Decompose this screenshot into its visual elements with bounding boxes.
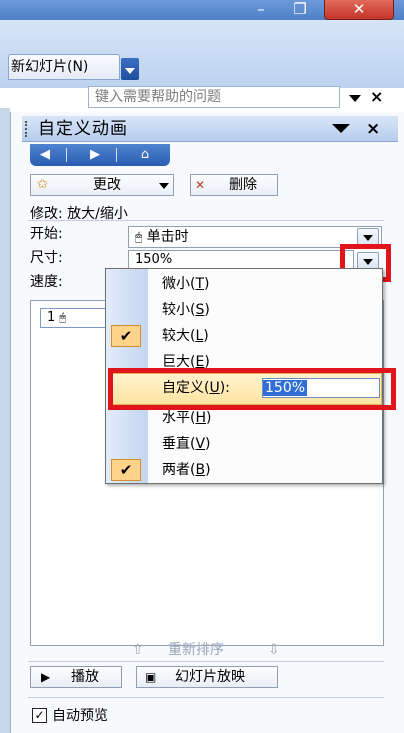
chevron-down-icon <box>159 183 169 189</box>
delete-icon: ✕ <box>195 178 206 192</box>
close-window-button[interactable]: ✕ <box>324 0 394 20</box>
reorder-label: 重新排序 <box>168 642 224 658</box>
delete-label: 删除 <box>229 177 257 193</box>
slideshow-button[interactable]: ▣ 幻灯片放映 <box>136 666 278 688</box>
minimize-button[interactable]: – <box>246 0 276 20</box>
move-down-icon[interactable]: ⇩ <box>268 640 280 660</box>
help-search-input[interactable]: 键入需要帮助的问题 <box>88 86 340 108</box>
slideshow-icon: ▣ <box>145 670 157 684</box>
task-pane-title: 自定义动画 <box>38 119 128 139</box>
play-icon: ▶ <box>41 670 51 684</box>
menu-item-tiny[interactable]: 微小(T) <box>162 272 210 296</box>
autopreview-checkbox[interactable]: ✓ <box>32 708 47 723</box>
delete-effect-button[interactable]: ✕ 删除 <box>190 174 278 196</box>
menu-item-both[interactable]: 两者(B) <box>162 458 211 482</box>
speed-label: 速度: <box>30 274 63 290</box>
modify-label: 修改: 放大/缩小 <box>30 206 128 222</box>
divider <box>28 661 384 662</box>
start-label: 开始: <box>30 226 63 242</box>
nav-divider <box>116 148 117 162</box>
start-value: 单击时 <box>146 229 189 245</box>
size-label: 尺寸: <box>30 250 63 266</box>
divider <box>28 220 384 221</box>
change-effect-button[interactable]: ✩ 更改 <box>30 174 174 196</box>
menu-item-smaller[interactable]: 较小(S) <box>162 298 210 322</box>
autopreview-label: 自动预览 <box>52 708 108 724</box>
check-icon: ✔ <box>111 325 141 347</box>
mouse-icon: 🖱 <box>59 311 67 324</box>
play-button[interactable]: ▶ 播放 <box>30 666 122 688</box>
help-dropdown-arrow-icon[interactable] <box>346 90 364 106</box>
change-label: 更改 <box>93 177 121 193</box>
pane-menu-arrow-icon[interactable] <box>332 124 352 136</box>
menu-item-larger[interactable]: 较大(L) <box>162 324 209 348</box>
grip-icon[interactable] <box>25 121 28 137</box>
move-up-icon[interactable]: ⇧ <box>132 640 144 660</box>
document-edge <box>0 108 10 733</box>
highlight-box-custom <box>108 368 396 410</box>
mouse-icon: 🖱 <box>135 230 143 244</box>
list-item-number: 1 <box>47 310 56 325</box>
forward-circle-icon[interactable]: ▶ <box>86 146 104 164</box>
star-icon: ✩ <box>37 177 48 192</box>
new-slide-button[interactable]: 新幻灯片(N) <box>8 54 120 80</box>
size-select[interactable]: 150% <box>128 250 354 270</box>
play-label: 播放 <box>71 669 99 685</box>
slideshow-label: 幻灯片放映 <box>175 669 245 685</box>
home-icon[interactable]: ⌂ <box>136 146 154 164</box>
toolbar-options-dropdown[interactable] <box>121 58 139 80</box>
check-icon: ✔ <box>111 459 141 481</box>
menu-item-vertical[interactable]: 垂直(V) <box>162 432 211 456</box>
nav-divider <box>66 148 67 162</box>
back-circle-icon[interactable]: ◀ <box>36 146 54 164</box>
menu-item-horizontal[interactable]: 水平(H) <box>162 406 211 430</box>
maximize-button[interactable]: ❐ <box>285 0 315 20</box>
divider <box>28 697 384 698</box>
pane-close-button[interactable]: × <box>366 116 388 142</box>
help-close-button[interactable]: × <box>370 86 390 108</box>
